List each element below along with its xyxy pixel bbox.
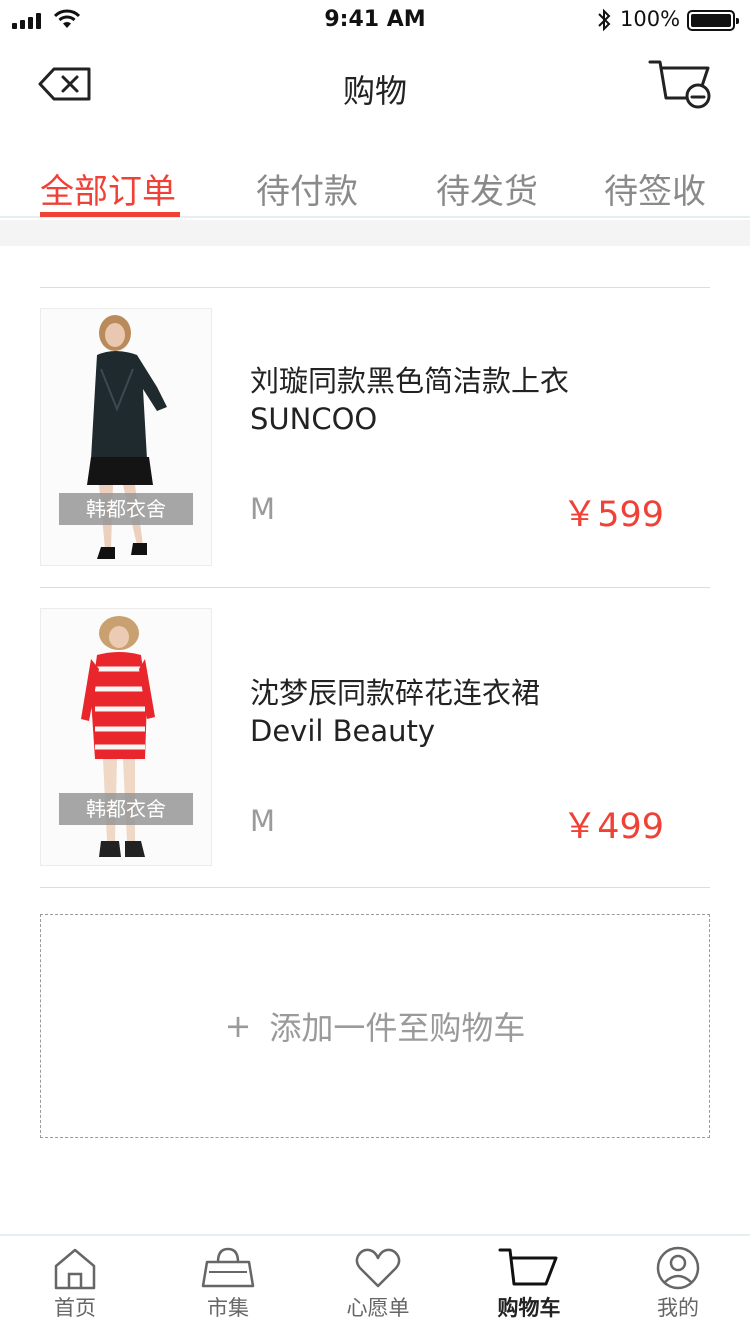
add-to-cart-label: 添加一件至购物车	[269, 1009, 526, 1047]
tabbar-label: 购物车	[497, 1296, 561, 1320]
bluetooth-icon	[598, 8, 611, 32]
shop-tag: 韩都衣舍	[59, 493, 193, 525]
nav-bar: 购物	[0, 40, 750, 130]
tabbar-label: 市集	[207, 1296, 249, 1320]
product-brand: SUNCOO	[250, 402, 378, 436]
tabbar-profile[interactable]: 我的	[618, 1246, 738, 1334]
cart-item[interactable]: 韩都衣舍 刘璇同款黑色简洁款上衣 SUNCOO M ￥599	[0, 288, 750, 566]
home-icon	[54, 1248, 96, 1290]
tab-pending-payment[interactable]: 待付款	[256, 164, 358, 213]
battery-percent: 100%	[620, 7, 681, 31]
plus-icon: +	[224, 1007, 252, 1045]
product-price: ￥599	[562, 495, 664, 535]
product-image[interactable]: 韩都衣舍	[40, 608, 212, 866]
shop-tag: 韩都衣舍	[59, 793, 193, 825]
product-price: ￥499	[562, 807, 664, 847]
heart-icon	[355, 1248, 401, 1288]
cart-icon[interactable]	[648, 58, 712, 110]
tabbar-market[interactable]: 市集	[168, 1246, 288, 1334]
product-image[interactable]: 韩都衣舍	[40, 308, 212, 566]
page-title: 购物	[342, 72, 407, 110]
tab-pending-receipt[interactable]: 待签收	[604, 164, 706, 213]
tabbar-cart[interactable]: 购物车	[469, 1246, 589, 1334]
product-name: 刘璇同款黑色简洁款上衣	[250, 364, 570, 398]
cart-item[interactable]: 韩都衣舍 沈梦辰同款碎花连衣裙 Devil Beauty M ￥499	[0, 588, 750, 866]
user-icon	[656, 1246, 700, 1290]
section-spacer	[0, 220, 750, 246]
tab-all-orders[interactable]: 全部订单	[40, 164, 176, 213]
divider	[40, 887, 710, 888]
cart-icon	[498, 1248, 558, 1286]
tab-pending-shipment[interactable]: 待发货	[436, 164, 538, 213]
tabbar-label: 我的	[657, 1296, 699, 1320]
product-size: M	[250, 492, 276, 526]
tabbar-wishlist[interactable]: 心愿单	[318, 1246, 438, 1334]
product-name: 沈梦辰同款碎花连衣裙	[250, 676, 541, 710]
add-to-cart-button[interactable]: + 添加一件至购物车	[40, 914, 710, 1138]
product-size: M	[250, 804, 276, 838]
bag-icon	[201, 1247, 255, 1288]
product-brand: Devil Beauty	[250, 714, 436, 748]
status-bar: 9:41 AM 100%	[0, 0, 750, 40]
tabbar-label: 首页	[54, 1296, 96, 1320]
active-tab-indicator	[40, 212, 180, 217]
order-tabs: 全部订单 待付款 待发货 待签收	[0, 130, 750, 218]
tabbar-label: 心愿单	[346, 1296, 410, 1320]
battery-icon	[687, 10, 739, 31]
tabbar-home[interactable]: 首页	[15, 1246, 135, 1334]
bottom-tab-bar: 首页 市集 心愿单 购物车 我的	[0, 1234, 750, 1334]
